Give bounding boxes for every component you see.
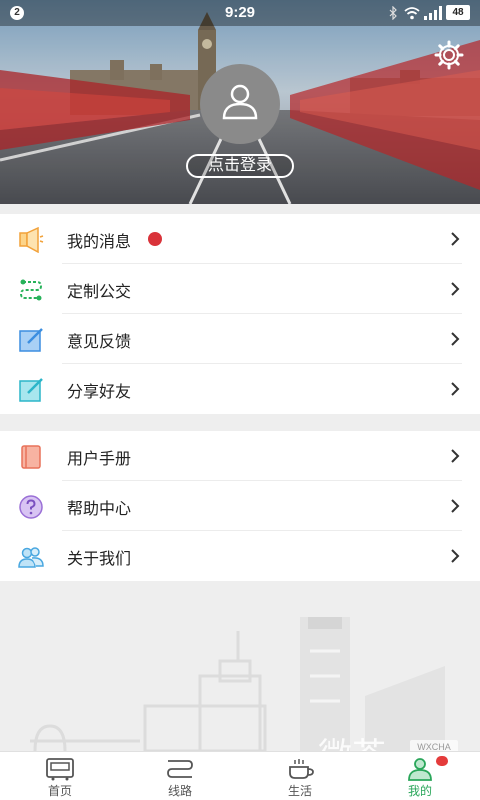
bus-icon bbox=[46, 758, 74, 781]
bottom-tab-bar: 首页 线路 生活 我的 bbox=[0, 751, 480, 800]
menu-item-label: 帮助中心 bbox=[67, 501, 132, 518]
route-line-icon bbox=[167, 760, 193, 778]
menu-item-about-us[interactable]: 关于我们 bbox=[0, 531, 480, 581]
menu-item-share[interactable]: 分享好友 bbox=[0, 364, 480, 414]
speaker-icon bbox=[19, 227, 44, 253]
profile-icon bbox=[408, 758, 432, 781]
chevron-right-icon bbox=[451, 549, 460, 563]
menu-item-user-manual[interactable]: 用户手册 bbox=[0, 431, 480, 481]
tab-routes[interactable]: 线路 bbox=[120, 752, 240, 800]
unread-dot bbox=[148, 232, 162, 246]
chevron-right-icon bbox=[451, 449, 460, 463]
wifi-icon bbox=[404, 7, 420, 20]
menu-item-label: 用户手册 bbox=[67, 451, 132, 468]
menu-item-label: 我的消息 bbox=[67, 234, 132, 251]
gear-icon[interactable] bbox=[434, 40, 464, 70]
menu-item-help-center[interactable]: 帮助中心 bbox=[0, 481, 480, 531]
tab-label: 线路 bbox=[167, 784, 192, 798]
battery-indicator: 48 bbox=[446, 5, 470, 20]
manual-icon bbox=[21, 445, 41, 469]
user-icon bbox=[222, 84, 258, 120]
menu-item-label: 意见反馈 bbox=[67, 334, 132, 351]
share-icon bbox=[19, 378, 43, 402]
menu-item-label: 分享好友 bbox=[67, 384, 132, 401]
help-icon bbox=[19, 495, 43, 519]
status-bar: 2 9:29 48 bbox=[0, 0, 480, 26]
signal-icon bbox=[424, 6, 442, 20]
chevron-right-icon bbox=[451, 499, 460, 513]
tab-mine[interactable]: 我的 bbox=[360, 752, 480, 800]
tab-label: 我的 bbox=[407, 784, 432, 798]
menu-item-label: 定制公交 bbox=[67, 284, 132, 301]
menu-group-primary: 我的消息 定制公交 意见反馈 分享好友 bbox=[0, 214, 480, 414]
profile-header: 点击登录 bbox=[0, 0, 480, 204]
coffee-icon bbox=[289, 759, 314, 779]
chevron-right-icon bbox=[451, 382, 460, 396]
tab-life[interactable]: 生活 bbox=[240, 752, 360, 800]
login-button[interactable]: 点击登录 bbox=[186, 154, 294, 178]
users-icon bbox=[18, 547, 44, 568]
chevron-right-icon bbox=[451, 282, 460, 296]
chevron-right-icon bbox=[451, 232, 460, 246]
city-skyline-illustration bbox=[0, 581, 480, 751]
tab-label: 首页 bbox=[47, 784, 72, 798]
menu-item-feedback[interactable]: 意见反馈 bbox=[0, 314, 480, 364]
notification-badge bbox=[436, 756, 448, 766]
bluetooth-icon bbox=[389, 6, 397, 20]
tab-label: 生活 bbox=[287, 784, 312, 798]
chevron-right-icon bbox=[451, 332, 460, 346]
menu-item-label: 关于我们 bbox=[67, 551, 132, 568]
avatar[interactable] bbox=[200, 64, 280, 144]
menu-item-custom-bus[interactable]: 定制公交 bbox=[0, 264, 480, 314]
feedback-icon bbox=[19, 328, 43, 352]
tab-home[interactable]: 首页 bbox=[0, 752, 120, 800]
menu-item-messages[interactable]: 我的消息 bbox=[0, 214, 480, 264]
menu-group-secondary: 用户手册 帮助中心 关于我们 bbox=[0, 431, 480, 581]
route-icon bbox=[19, 279, 43, 301]
